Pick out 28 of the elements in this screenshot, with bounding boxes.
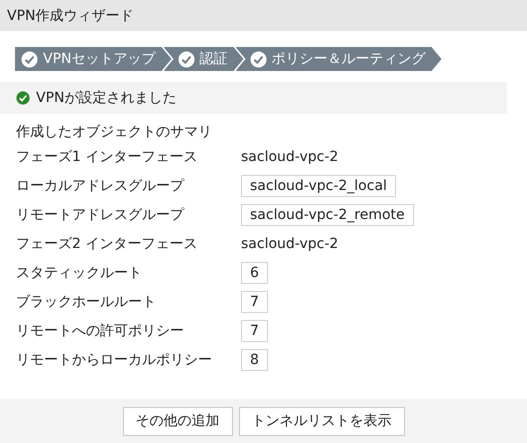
step-label: 認証 <box>200 50 228 68</box>
value-box: 7 <box>241 290 268 312</box>
check-icon <box>21 50 38 68</box>
field-value: sacloud-vpc-2 <box>241 148 338 164</box>
field-label: ローカルアドレスグループ <box>16 176 186 194</box>
footer-button[interactable]: トンネルリストを表示 <box>238 406 404 436</box>
field-label: リモートアドレスグループ <box>16 206 186 224</box>
value-box: sacloud-vpc-2_remote <box>241 204 414 226</box>
window-title: VPN作成ウィザード <box>7 6 134 24</box>
field-label: リモートからローカルポリシー <box>16 350 213 368</box>
check-icon <box>178 50 194 68</box>
field-label: スタティックルート <box>16 264 143 282</box>
field-label: ブラックホールルート <box>16 292 157 310</box>
check-icon <box>16 91 30 105</box>
success-message: VPNが設定されました <box>36 89 176 107</box>
field-label: フェーズ2 インターフェース <box>16 234 198 252</box>
field-label: フェーズ1 インターフェース <box>16 148 198 166</box>
step-label: VPNセットアップ <box>43 50 156 68</box>
summary-heading: 作成したオブジェクトのサマリ <box>16 123 212 142</box>
value-box: 6 <box>241 262 268 284</box>
footer-button[interactable]: その他の追加 <box>122 406 232 436</box>
step-label: ポリシー＆ルーティング <box>272 50 426 68</box>
field-label: リモートへの許可ポリシー <box>16 322 185 340</box>
value-box: 8 <box>241 348 268 370</box>
field-value: sacloud-vpc-2 <box>241 236 338 252</box>
check-icon <box>250 50 266 68</box>
value-box: 7 <box>241 320 268 342</box>
value-box: sacloud-vpc-2_local <box>241 174 396 196</box>
